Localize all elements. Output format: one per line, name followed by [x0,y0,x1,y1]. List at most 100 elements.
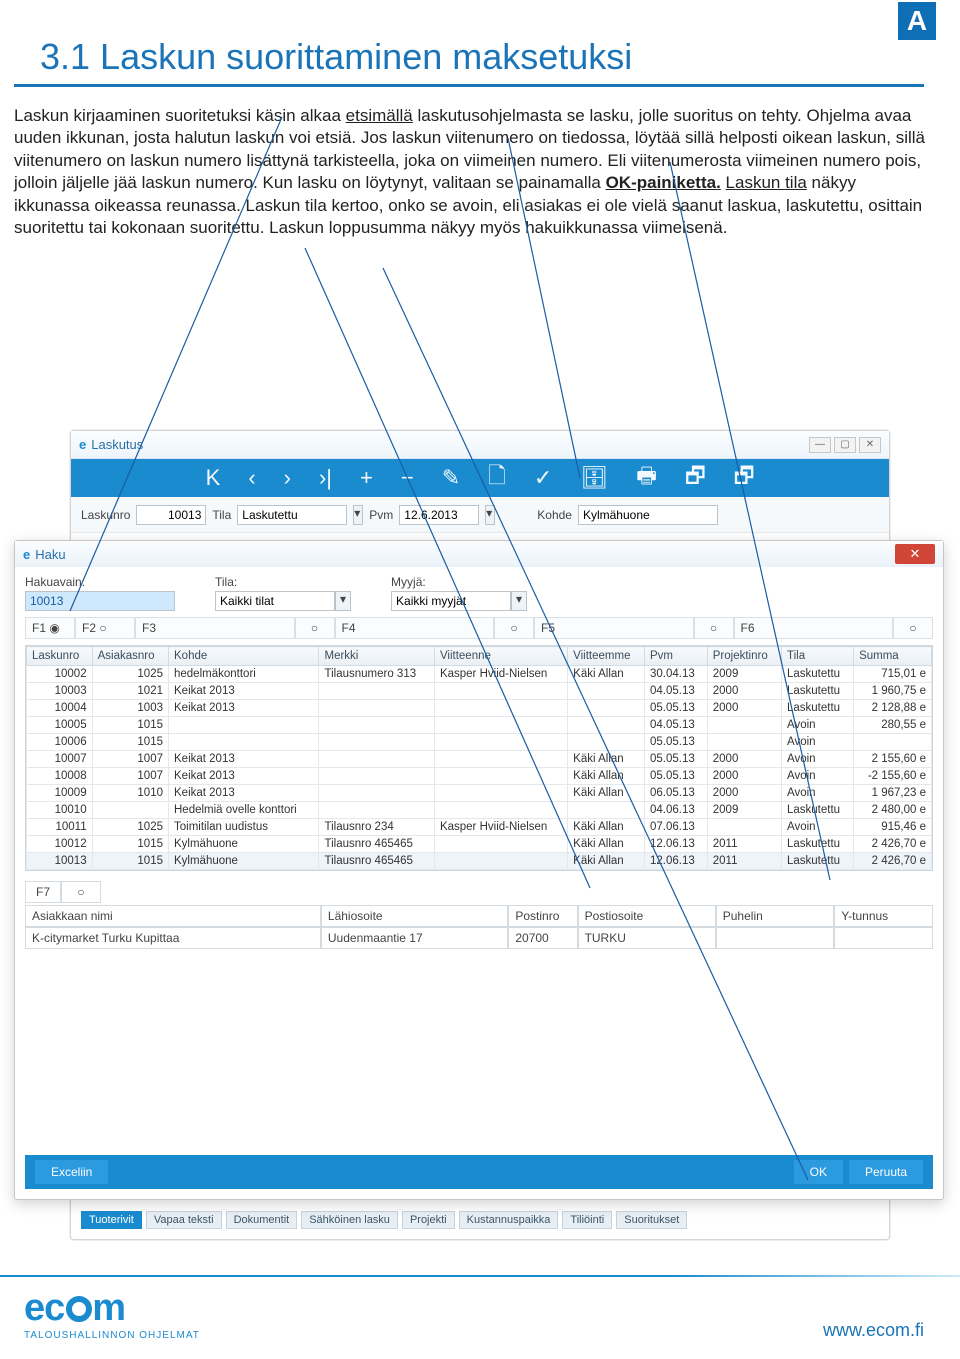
toolbar-archive-icon[interactable]: 🗄 [580,465,608,491]
body-underline-2: Laskun tila [726,173,807,192]
haku-filterrow: Hakuavain: Tila: ▾ Myyjä: ▾ [15,567,943,615]
f6-header[interactable]: F6 [734,617,894,639]
haku-buttonbar: Exceliin OK Peruuta [25,1155,933,1189]
body-text-a: Laskun kirjaaminen suoritetuksi käsin al… [14,106,346,125]
table-row[interactable]: 100071007Keikat 2013Käki Allan05.05.1320… [27,751,932,768]
table-row[interactable]: 100121015KylmähuoneTilausnro 465465Käki … [27,836,932,853]
pvm-dropdown-icon[interactable]: ▾ [485,505,495,525]
f2-header[interactable]: F2 ○ [75,617,135,639]
grid-header[interactable]: Kohde [169,647,319,666]
toolbar-remove-icon[interactable]: − [401,465,414,491]
f7-block: F7 ○ Asiakkaan nimiLähiosoitePostinroPos… [25,881,933,949]
excel-button[interactable]: Exceliin [35,1160,108,1184]
haku-window: e Haku ✕ Hakuavain: Tila: ▾ Myyjä: ▾ F1 … [14,540,944,1200]
footer-url: www.ecom.fi [823,1320,924,1341]
f3-radio[interactable]: ○ [295,617,335,639]
cancel-button[interactable]: Peruuta [849,1160,923,1184]
toolbar-doc-icon[interactable]: 🗋 [488,459,506,497]
toolbar-print-icon[interactable]: 🖶 [636,459,657,497]
f7-header-cell: Asiakkaan nimi [25,905,321,927]
f7-value-cell: K-citymarket Turku Kupittaa [25,927,321,949]
maximize-button[interactable]: ▢ [834,437,856,453]
table-row[interactable]: 100131015KylmähuoneTilausnro 465465Käki … [27,853,932,870]
grid-header[interactable]: Laskunro [27,647,93,666]
toolbar-window-icon[interactable]: 🗗 [734,459,755,497]
tab-suoritukset[interactable]: Suoritukset [616,1211,687,1229]
f7-value-cell: Uudenmaantie 17 [321,927,508,949]
haku-table: LaskunroAsiakasnroKohdeMerkkiViitteenneV… [26,646,932,870]
grid-header[interactable]: Asiakasnro [92,647,168,666]
logo-text-1: ec [24,1287,64,1329]
toolbar-last-icon[interactable]: ›| [319,465,332,491]
tila-filter-dropdown-icon[interactable]: ▾ [335,591,351,611]
tila-input[interactable] [237,505,347,525]
body-bold-1: OK-painiketta. [606,173,721,192]
badge-a: A [898,2,936,40]
pvm-input[interactable] [399,505,479,525]
haku-close-button[interactable]: ✕ [895,544,935,564]
toolbar-check-icon[interactable]: ✓ [534,465,552,491]
close-button[interactable]: ✕ [859,437,881,453]
table-row[interactable]: 100021025hedelmäkonttoriTilausnumero 313… [27,666,932,683]
table-row[interactable]: 100041003Keikat 201305.05.132000Laskutet… [27,700,932,717]
ok-button[interactable]: OK [794,1160,843,1184]
haku-titlebar: e Haku ✕ [15,541,943,567]
f4-header[interactable]: F4 [335,617,495,639]
f7-header-cell: Puhelin [716,905,834,927]
f7-headers: Asiakkaan nimiLähiosoitePostinroPostioso… [25,905,933,927]
f1-header[interactable]: F1 ◉ [25,617,75,639]
table-row[interactable]: 100091010Keikat 2013Käki Allan06.05.1320… [27,785,932,802]
tab-tiliointi[interactable]: Tiliöinti [562,1211,612,1229]
table-row[interactable]: 100031021Keikat 201304.05.132000Laskutet… [27,683,932,700]
laskutus-toolbar: K ‹ › ›| + − ✎ 🗋 ✓ 🗄 🖶 🗗 🗗 [71,459,889,497]
grid-header[interactable]: Summa [854,647,932,666]
haku-grid[interactable]: LaskunroAsiakasnroKohdeMerkkiViitteenneV… [25,645,933,871]
kohde-input[interactable] [578,505,718,525]
tila-dropdown-icon[interactable]: ▾ [353,505,363,525]
laskunro-input[interactable] [136,505,206,525]
table-row[interactable]: 10010Hedelmiä ovelle konttori04.06.13200… [27,802,932,819]
tab-kustannuspaikka[interactable]: Kustannuspaikka [459,1211,559,1229]
footer: ecm TALOUSHALLINNON OHJELMAT www.ecom.fi [0,1273,960,1359]
f6-radio[interactable]: ○ [893,617,933,639]
tab-dokumentit[interactable]: Dokumentit [226,1211,298,1229]
grid-header[interactable]: Pvm [645,647,708,666]
tab-sahkoinen-lasku[interactable]: Sähköinen lasku [301,1211,398,1229]
body-underline-1: etsimällä [346,106,413,125]
tab-projekti[interactable]: Projekti [402,1211,455,1229]
table-row[interactable]: 10006101505.05.13Avoin [27,734,932,751]
f7-radio[interactable]: ○ [61,881,101,903]
minimize-button[interactable]: — [809,437,831,453]
f5-radio[interactable]: ○ [694,617,734,639]
f3-header[interactable]: F3 [135,617,295,639]
grid-header[interactable]: Viitteemme [568,647,645,666]
myyja-filter-dropdown-icon[interactable]: ▾ [511,591,527,611]
table-row[interactable]: 10005101504.05.13Avoin280,55 e [27,717,932,734]
grid-header[interactable]: Merkki [319,647,434,666]
table-row[interactable]: 100111025Toimitilan uudistusTilausnro 23… [27,819,932,836]
f7-header-cell: Postiosoite [578,905,716,927]
tab-tuoterivit[interactable]: Tuoterivit [81,1211,142,1229]
laskutus-icon: e [79,437,86,452]
tab-vapaa-teksti[interactable]: Vapaa teksti [146,1211,222,1229]
toolbar-edit-icon[interactable]: ✎ [442,465,460,491]
toolbar-add-icon[interactable]: + [360,465,373,491]
grid-header[interactable]: Viitteenne [434,647,567,666]
grid-header[interactable]: Tila [781,647,853,666]
f7-header-cell: Lähiosoite [321,905,508,927]
table-row[interactable]: 100081007Keikat 2013Käki Allan05.05.1320… [27,768,932,785]
grid-header[interactable]: Projektinro [707,647,781,666]
f5-header[interactable]: F5 [534,617,694,639]
hakuavain-input[interactable] [25,591,175,611]
tila-filter-input[interactable] [215,591,335,611]
toolbar-first-icon[interactable]: K [206,465,221,491]
toolbar-prev-icon[interactable]: ‹ [248,465,255,491]
toolbar-copy-icon[interactable]: 🗗 [685,459,706,497]
f7-values: K-citymarket Turku KupittaaUudenmaantie … [25,927,933,949]
toolbar-next-icon[interactable]: › [284,465,291,491]
myyja-filter-label: Myyjä: [391,575,527,589]
f4-radio[interactable]: ○ [494,617,534,639]
myyja-filter-input[interactable] [391,591,511,611]
f7-label[interactable]: F7 [25,881,61,903]
logo-ring-icon [66,1296,92,1322]
